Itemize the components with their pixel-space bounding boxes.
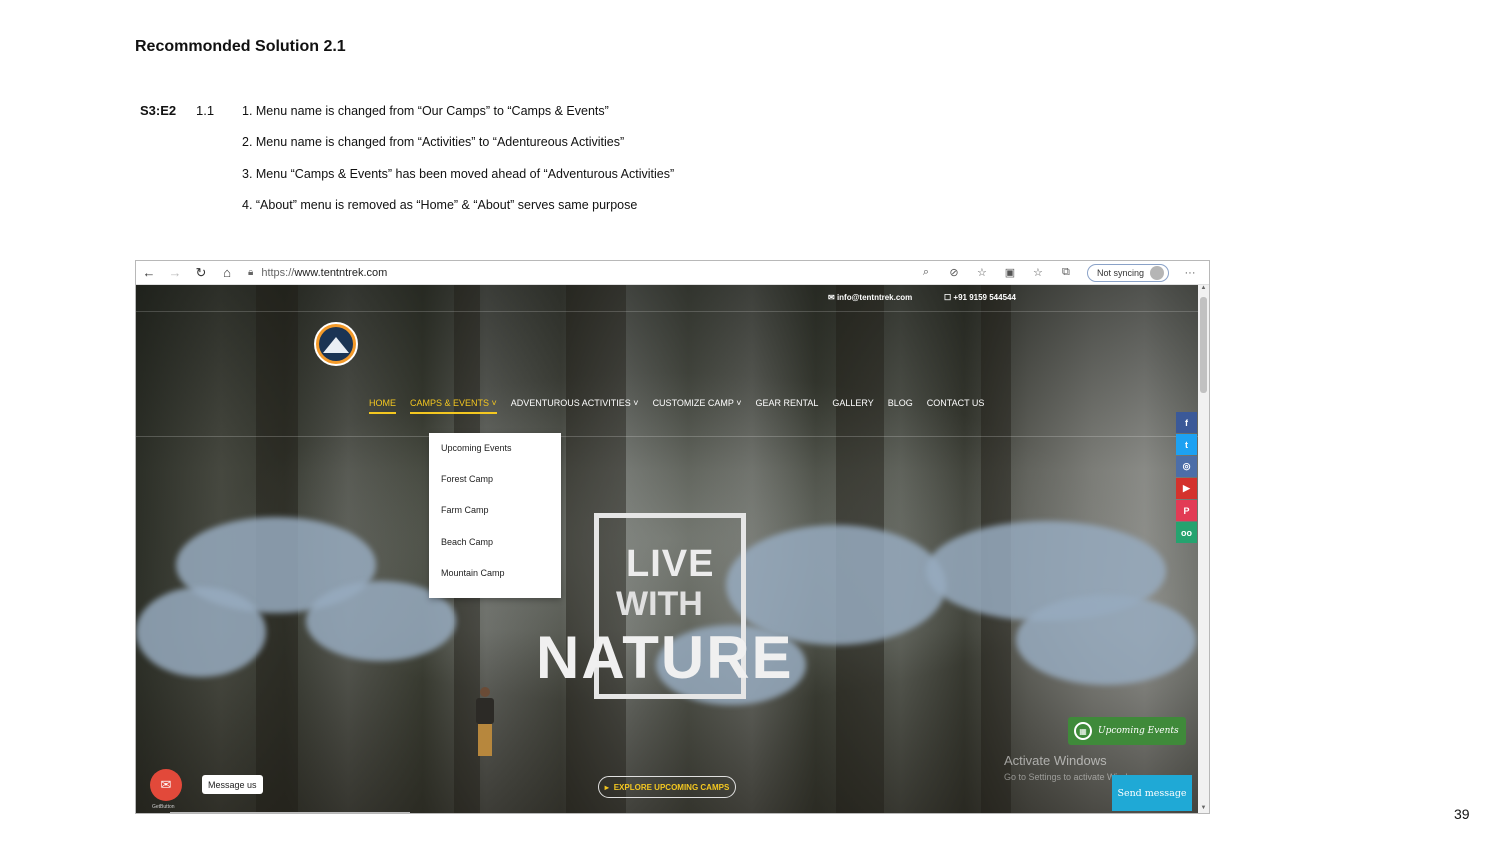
- hero-line-1: LIVE: [626, 543, 715, 585]
- getbutton-credit[interactable]: GetButton: [152, 804, 175, 810]
- camps-events-dropdown: Upcoming Events Forest Camp Farm Camp Be…: [429, 433, 561, 598]
- scroll-down-icon[interactable]: ▼: [1199, 805, 1208, 811]
- slide-title: Recommonded Solution 2.1: [135, 38, 346, 55]
- change-item: 3. Menu “Camps & Events” has been moved …: [242, 166, 675, 181]
- calendar-icon: ▦: [1074, 722, 1092, 740]
- reload-icon[interactable]: ↻: [188, 261, 214, 285]
- browser-window: ← → ↻ ⌂ 🔒︎ https://www.tentntrek.com ⌕ ⊘…: [135, 260, 1210, 814]
- hero-line-2: WITH: [616, 585, 703, 623]
- nav-home[interactable]: HOME: [369, 398, 396, 414]
- dropdown-item-farm-camp[interactable]: Farm Camp: [429, 500, 561, 531]
- zoom-icon[interactable]: ⌕: [913, 262, 939, 284]
- dropdown-item-mountain-camp[interactable]: Mountain Camp: [429, 563, 561, 594]
- horizontal-scrollbar[interactable]: [170, 812, 410, 813]
- reference-code: S3:E2: [140, 103, 177, 118]
- profile-sync-button[interactable]: Not syncing: [1086, 263, 1169, 282]
- change-item: 2. Menu name is changed from “Activities…: [242, 135, 625, 150]
- back-icon[interactable]: ←: [136, 261, 162, 285]
- windows-watermark-title: Activate Windows: [1004, 753, 1107, 768]
- contact-phone[interactable]: ☐ +91 9159 544544: [944, 293, 1016, 302]
- change-item: 1. Menu name is changed from “Our Camps”…: [242, 104, 609, 118]
- nav-blog[interactable]: BLOG: [888, 398, 913, 408]
- topbar-divider: [136, 311, 1198, 312]
- url-protocol: https://: [261, 266, 295, 279]
- url-host: www.tentntrek.com: [294, 266, 388, 279]
- dropdown-item-forest-camp[interactable]: Forest Camp: [429, 469, 561, 500]
- toolbar-actions: ⌕ ⊘ ☆ ▣ ☆ ⧉ Not syncing ···: [913, 262, 1209, 284]
- cloud: [136, 587, 266, 677]
- extensions-icon[interactable]: ▣: [997, 262, 1023, 284]
- message-us-tooltip: Message us: [202, 775, 263, 794]
- address-bar[interactable]: https://www.tentntrek.com: [261, 267, 387, 279]
- nav-gallery[interactable]: GALLERY: [832, 398, 873, 408]
- facebook-icon[interactable]: f: [1176, 412, 1197, 433]
- dropdown-item-upcoming-events[interactable]: Upcoming Events: [429, 438, 561, 469]
- reference-number: 1.1: [196, 103, 215, 118]
- more-icon[interactable]: ···: [1177, 262, 1203, 284]
- lock-icon[interactable]: 🔒︎: [248, 267, 253, 278]
- hero-line-3: NATURE: [536, 624, 794, 691]
- message-us-button[interactable]: ✉: [150, 769, 182, 801]
- youtube-icon[interactable]: ▶: [1176, 478, 1197, 499]
- explore-upcoming-camps-button[interactable]: ▸ EXPLORE UPCOMING CAMPS: [598, 776, 736, 798]
- contact-email[interactable]: ✉ info@tentntrek.com: [828, 293, 912, 302]
- logo-mountain-icon: [319, 327, 353, 361]
- vertical-scrollbar[interactable]: ▲ ▼: [1198, 285, 1209, 813]
- scroll-up-icon[interactable]: ▲: [1199, 285, 1208, 291]
- nav-contact-us[interactable]: CONTACT US: [927, 398, 985, 408]
- nav-gear-rental[interactable]: GEAR RENTAL: [756, 398, 819, 408]
- nav-camps-events[interactable]: CAMPS & EVENTS ˅: [410, 398, 497, 414]
- site-logo[interactable]: [314, 322, 358, 366]
- forward-icon[interactable]: →: [162, 261, 188, 285]
- sync-label: Not syncing: [1096, 267, 1144, 278]
- scroll-thumb[interactable]: [1200, 297, 1207, 393]
- page-number: 39: [1454, 806, 1470, 822]
- hiker-figure: [474, 687, 496, 759]
- send-message-button[interactable]: Send message: [1112, 775, 1192, 811]
- chat-icon: ✉: [160, 777, 172, 792]
- home-icon[interactable]: ⌂: [214, 261, 240, 285]
- tracking-prevention-icon[interactable]: ⊘: [941, 262, 967, 284]
- tripadvisor-icon[interactable]: oo: [1176, 522, 1197, 543]
- change-list: 1. Menu name is changed from “Our Camps”…: [242, 103, 674, 228]
- arrow-icon: ▸: [604, 782, 609, 792]
- cloud: [1016, 595, 1196, 685]
- nav-divider: [136, 436, 1198, 437]
- upcoming-events-badge[interactable]: ▦ Upcoming Events: [1068, 717, 1186, 745]
- browser-toolbar: ← → ↻ ⌂ 🔒︎ https://www.tentntrek.com ⌕ ⊘…: [136, 261, 1209, 285]
- pinterest-icon[interactable]: P: [1176, 500, 1197, 521]
- collections-icon[interactable]: ⧉: [1053, 262, 1079, 284]
- nav-customize-camp[interactable]: CUSTOMIZE CAMP ˅: [653, 398, 742, 408]
- main-nav: HOME CAMPS & EVENTS ˅ ADVENTUROUS ACTIVI…: [369, 398, 998, 414]
- favorites-icon[interactable]: ☆: [1025, 262, 1051, 284]
- nav-adventurous-activities[interactable]: ADVENTUROUS ACTIVITIES ˅: [511, 398, 639, 408]
- avatar: [1150, 265, 1164, 280]
- social-sidebar: f t ◎ ▶ P oo: [1176, 412, 1197, 544]
- dropdown-item-beach-camp[interactable]: Beach Camp: [429, 532, 561, 563]
- web-page: ✉ info@tentntrek.com ☐ +91 9159 544544 H…: [136, 285, 1198, 813]
- change-item: 4. “About” menu is removed as “Home” & “…: [242, 197, 638, 212]
- instagram-icon[interactable]: ◎: [1176, 456, 1197, 477]
- twitter-icon[interactable]: t: [1176, 434, 1197, 455]
- add-favorite-icon[interactable]: ☆: [969, 262, 995, 284]
